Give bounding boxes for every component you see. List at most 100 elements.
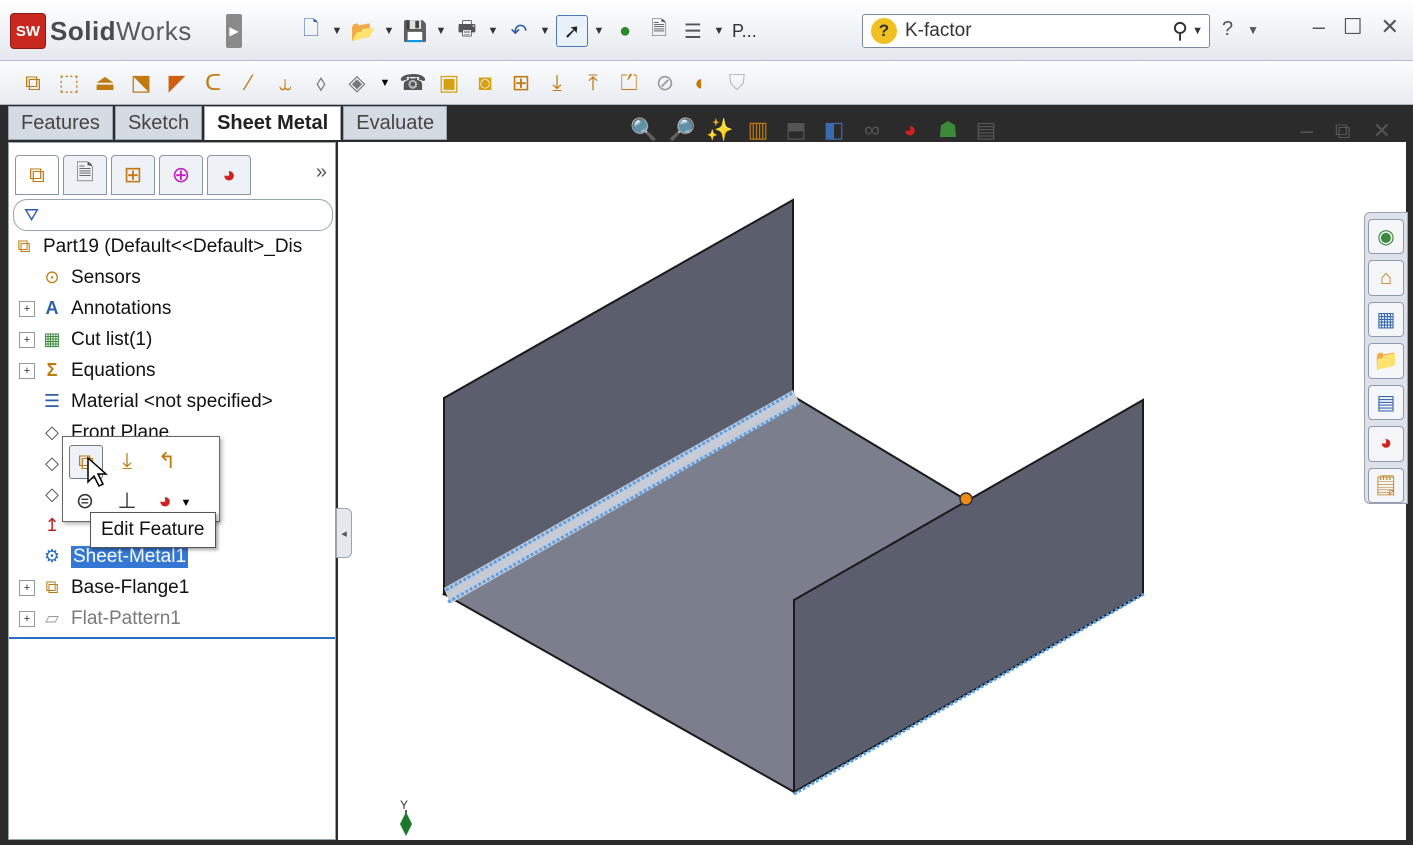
solid-to-sheet-metal-icon[interactable]: ⛉ <box>722 68 752 98</box>
tab-sketch[interactable]: Sketch <box>114 106 203 140</box>
undo-dropdown-icon[interactable]: ▼ <box>538 16 552 46</box>
design-library-icon[interactable]: ▦ <box>1368 301 1404 338</box>
fold-icon[interactable]: ⤒ <box>578 68 608 98</box>
solidworks-resources-icon[interactable]: ◉ <box>1368 219 1404 255</box>
expand-icon[interactable]: + <box>19 331 35 348</box>
minimize-icon[interactable]: – <box>1313 14 1325 40</box>
view-settings-icon[interactable]: ▤ <box>970 114 1002 146</box>
miter-flange-icon[interactable]: ◤ <box>162 68 192 98</box>
graphics-area[interactable]: Y <box>338 142 1406 840</box>
apply-scene-icon[interactable]: ☗ <box>932 114 964 146</box>
search-dropdown-icon[interactable]: ▼ <box>1192 25 1203 37</box>
new-document-icon[interactable]: 🗋 <box>296 16 326 46</box>
feature-manager-tab-icon[interactable]: ⧉ <box>15 155 59 195</box>
edge-flange-icon[interactable]: ⬔ <box>126 68 156 98</box>
search-icon[interactable]: ⚲ <box>1172 18 1188 44</box>
options-dropdown-icon[interactable]: ▼ <box>712 16 726 46</box>
corners-dropdown-icon[interactable]: ▼ <box>378 68 392 98</box>
rip-icon[interactable]: ◐ <box>686 68 716 98</box>
display-style-icon[interactable]: ◧ <box>818 114 850 146</box>
sketched-bend-icon[interactable]: ⁄ <box>234 68 264 98</box>
unfold-icon[interactable]: ⤓ <box>542 68 572 98</box>
zoom-to-area-icon[interactable]: 🔎 <box>666 114 698 146</box>
print-dropdown-icon[interactable]: ▼ <box>486 16 500 46</box>
edit-appearance-icon[interactable]: ◕ <box>894 114 926 146</box>
help-dropdown-icon[interactable]: ▼ <box>1247 23 1259 37</box>
close-icon[interactable]: ✕ <box>1381 14 1399 40</box>
hem-icon[interactable]: ᑕ <box>198 68 228 98</box>
cross-break-icon[interactable]: ⬨ <box>306 68 336 98</box>
maximize-icon[interactable]: ☐ <box>1343 14 1363 40</box>
print-icon[interactable]: 🖶 <box>452 16 482 46</box>
viewport-close-icon[interactable]: ✕ <box>1373 118 1391 144</box>
display-manager-tab-icon[interactable]: ◕ <box>207 155 251 195</box>
tree-item-material[interactable]: ☰ Material <not specified> <box>9 386 335 417</box>
rollback-bar[interactable] <box>9 637 335 639</box>
undo-icon[interactable]: ↶ <box>504 16 534 46</box>
go-back-icon[interactable]: ↰ <box>151 445 183 477</box>
viewport-restore-icon[interactable]: ⧉ <box>1335 118 1351 144</box>
file-explorer-icon[interactable]: 📁 <box>1368 343 1404 379</box>
appearances-icon[interactable]: ◕ <box>1368 426 1404 462</box>
custom-properties-icon[interactable]: 🗒 <box>1368 467 1404 503</box>
configuration-manager-tab-icon[interactable]: ⊞ <box>111 155 155 195</box>
menu-expand-arrow-icon[interactable]: ▶ <box>226 14 242 48</box>
open-folder-icon[interactable]: 📂 <box>348 16 378 46</box>
tab-features[interactable]: Features <box>8 106 113 140</box>
jog-icon[interactable]: ⥿ <box>270 68 300 98</box>
expand-icon[interactable]: + <box>19 362 35 379</box>
home-icon[interactable]: ⌂ <box>1368 260 1404 296</box>
lofted-bend-icon[interactable]: ⏏ <box>90 68 120 98</box>
file-properties-icon[interactable]: 🗎 <box>644 16 674 46</box>
base-flange-icon[interactable]: ⧉ <box>18 68 48 98</box>
rebuild-traffic-light-icon[interactable]: ● <box>610 16 640 46</box>
dimxpert-manager-tab-icon[interactable]: ⊕ <box>159 155 203 195</box>
section-view-icon[interactable]: ▥ <box>742 114 774 146</box>
viewport-minimize-icon[interactable]: – <box>1301 118 1313 144</box>
expand-icon[interactable]: + <box>19 610 35 627</box>
tree-item-cut-list[interactable]: + ▦ Cut list(1) <box>9 324 335 355</box>
open-dropdown-icon[interactable]: ▼ <box>382 16 396 46</box>
tree-item-equations[interactable]: + Σ Equations <box>9 355 335 386</box>
no-bends-icon[interactable]: ⊘ <box>650 68 680 98</box>
insert-bends-icon[interactable]: ⊞ <box>506 68 536 98</box>
welded-corner-icon[interactable]: ☎ <box>398 68 428 98</box>
search-input[interactable]: K-factor <box>905 20 1172 42</box>
zoom-to-fit-icon[interactable]: 🔍 <box>628 114 660 146</box>
vent-icon[interactable]: ▣ <box>434 68 464 98</box>
options-icon[interactable]: ☰ <box>678 16 708 46</box>
flatten-icon[interactable]: ⏍ <box>614 68 644 98</box>
tree-item-annotations[interactable]: + A Annotations <box>9 293 335 324</box>
tree-filter-input[interactable]: ⛛ <box>13 199 333 231</box>
search-box[interactable]: ? K-factor ⚲ ▼ <box>862 14 1210 48</box>
expand-icon[interactable]: + <box>19 579 35 596</box>
view-orientation-icon[interactable]: ⬒ <box>780 114 812 146</box>
more-tabs-chevron-icon[interactable]: » <box>316 161 327 184</box>
tree-item-flat-pattern[interactable]: + ▱ Flat-Pattern1 <box>9 603 335 634</box>
select-arrow-icon[interactable]: ➚ <box>556 15 588 47</box>
save-icon[interactable]: 💾 <box>400 16 430 46</box>
solidworks-logo[interactable]: SW SolidWorks <box>10 13 192 49</box>
panel-splitter-handle[interactable]: ◂ <box>336 508 352 558</box>
convert-to-sheet-metal-icon[interactable]: ⬚ <box>54 68 84 98</box>
view-palette-icon[interactable]: ▤ <box>1368 384 1404 421</box>
vertex-point[interactable] <box>959 492 973 506</box>
property-manager-tab-icon[interactable]: 🗎 <box>63 155 107 195</box>
save-dropdown-icon[interactable]: ▼ <box>434 16 448 46</box>
forming-tool-icon[interactable]: ◙ <box>470 68 500 98</box>
tree-item-base-flange[interactable]: + ⧉ Base-Flange1 <box>9 572 335 603</box>
hide-show-items-icon[interactable]: ∞ <box>856 114 888 146</box>
expand-icon[interactable]: + <box>19 300 35 317</box>
part-model[interactable]: Y <box>338 142 1406 840</box>
tab-sheet-metal[interactable]: Sheet Metal <box>204 106 342 140</box>
truncated-toolbar-label[interactable]: P... <box>732 21 757 42</box>
new-dropdown-icon[interactable]: ▼ <box>330 16 344 46</box>
tree-item-sensors[interactable]: ⊙ Sensors <box>9 262 335 293</box>
select-dropdown-icon[interactable]: ▼ <box>592 16 606 46</box>
corners-icon[interactable]: ◈ <box>342 68 372 98</box>
tab-evaluate[interactable]: Evaluate <box>343 106 448 140</box>
rollback-icon[interactable]: ⤓ <box>111 445 143 477</box>
tree-root[interactable]: ⧉ Part19 (Default<<Default>_Dis <box>9 231 335 262</box>
previous-view-icon[interactable]: ✨ <box>704 114 736 146</box>
help-icon[interactable]: ? <box>1222 18 1233 41</box>
